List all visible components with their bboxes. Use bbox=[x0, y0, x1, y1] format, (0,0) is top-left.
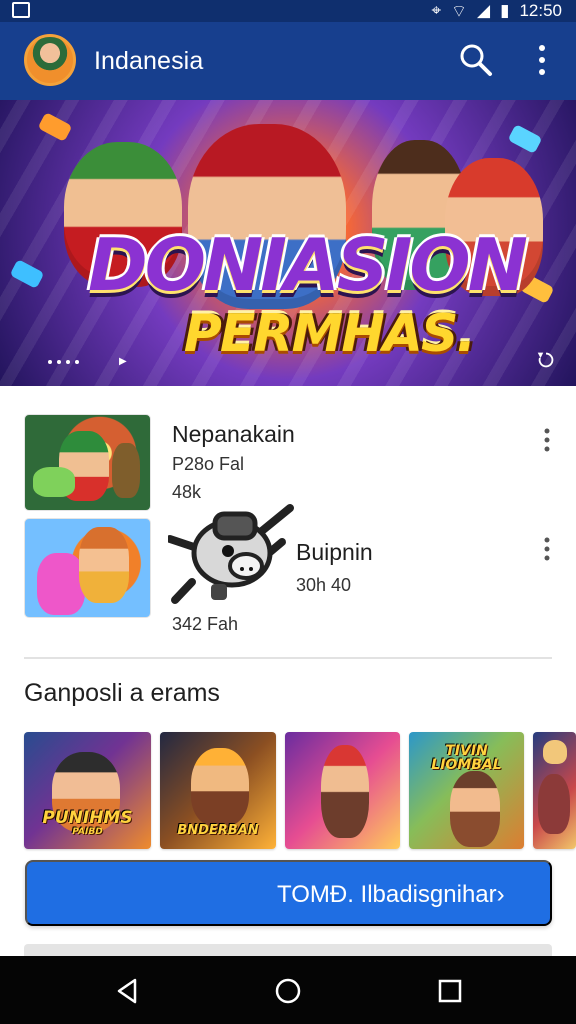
bottom-card-preview bbox=[24, 944, 552, 956]
gem-decoration bbox=[507, 124, 543, 154]
item-title[interactable]: Buipnin bbox=[296, 539, 373, 566]
battery-icon: ▮ bbox=[500, 1, 510, 20]
more-vert-icon[interactable] bbox=[537, 534, 557, 564]
game-thumbnail[interactable] bbox=[24, 518, 151, 618]
wifi-icon: ⌔ bbox=[451, 1, 468, 21]
game-label: TIVIN LIOMBAL bbox=[431, 743, 502, 773]
notification-icon bbox=[12, 2, 30, 18]
game-thumbnail[interactable] bbox=[24, 414, 151, 511]
item-subtitle: 30h 40 bbox=[296, 575, 352, 595]
page-title: Indanesia bbox=[94, 47, 204, 75]
divider bbox=[24, 657, 552, 659]
primary-action-label: TOMÐ. Ilbadisgnihar› bbox=[277, 881, 505, 908]
status-icons: ⌖ ⌔ ◢ ▮ 12:50 bbox=[431, 0, 562, 22]
item-title[interactable]: Nepanakain bbox=[172, 421, 295, 448]
item-meta: 342 Fah bbox=[172, 614, 239, 634]
refresh-icon[interactable] bbox=[535, 349, 557, 371]
home-icon[interactable] bbox=[272, 975, 304, 1007]
carousel-dots[interactable] bbox=[48, 360, 79, 364]
hero-title: DONIASION bbox=[88, 223, 528, 307]
robot-icon bbox=[168, 504, 294, 604]
game-caption: PAIBD bbox=[72, 827, 103, 837]
more-vert-icon[interactable] bbox=[530, 40, 554, 80]
game-card[interactable]: TIVIN LIOMBAL bbox=[409, 732, 524, 849]
gem-decoration bbox=[37, 112, 73, 142]
location-icon: ⌖ bbox=[431, 1, 442, 20]
recent-apps-icon[interactable] bbox=[434, 975, 466, 1007]
status-bar: ⌖ ⌔ ◢ ▮ 12:50 bbox=[0, 0, 576, 22]
signal-icon: ◢ bbox=[477, 1, 491, 20]
item-subtitle: P28o Fal bbox=[172, 454, 245, 474]
more-vert-icon[interactable] bbox=[537, 425, 557, 455]
app-bar: Indanesia bbox=[0, 22, 576, 100]
search-icon[interactable] bbox=[456, 40, 496, 80]
game-card[interactable]: PUNIHMS PAIBD bbox=[24, 732, 151, 849]
game-card[interactable] bbox=[533, 732, 576, 849]
gem-decoration bbox=[9, 259, 45, 289]
status-time: 12:50 bbox=[519, 1, 562, 20]
game-card[interactable]: BNDERBAN bbox=[160, 732, 276, 849]
game-label: BNDERBAN bbox=[177, 823, 259, 838]
android-navigation-bar bbox=[0, 956, 576, 1024]
primary-action-button[interactable]: TOMÐ. Ilbadisgnihar› bbox=[25, 860, 552, 926]
section-title: Ganposli a erams bbox=[24, 679, 220, 707]
play-icon[interactable]: ▶ bbox=[119, 356, 127, 367]
avatar[interactable] bbox=[24, 34, 76, 86]
game-card[interactable] bbox=[285, 732, 400, 849]
game-label: PUNIHMS bbox=[42, 808, 133, 828]
back-icon[interactable] bbox=[112, 975, 144, 1007]
hero-banner[interactable]: DONIASION PERMHAS. ▶ bbox=[0, 100, 576, 386]
hero-subtitle: PERMHAS. bbox=[183, 304, 476, 364]
